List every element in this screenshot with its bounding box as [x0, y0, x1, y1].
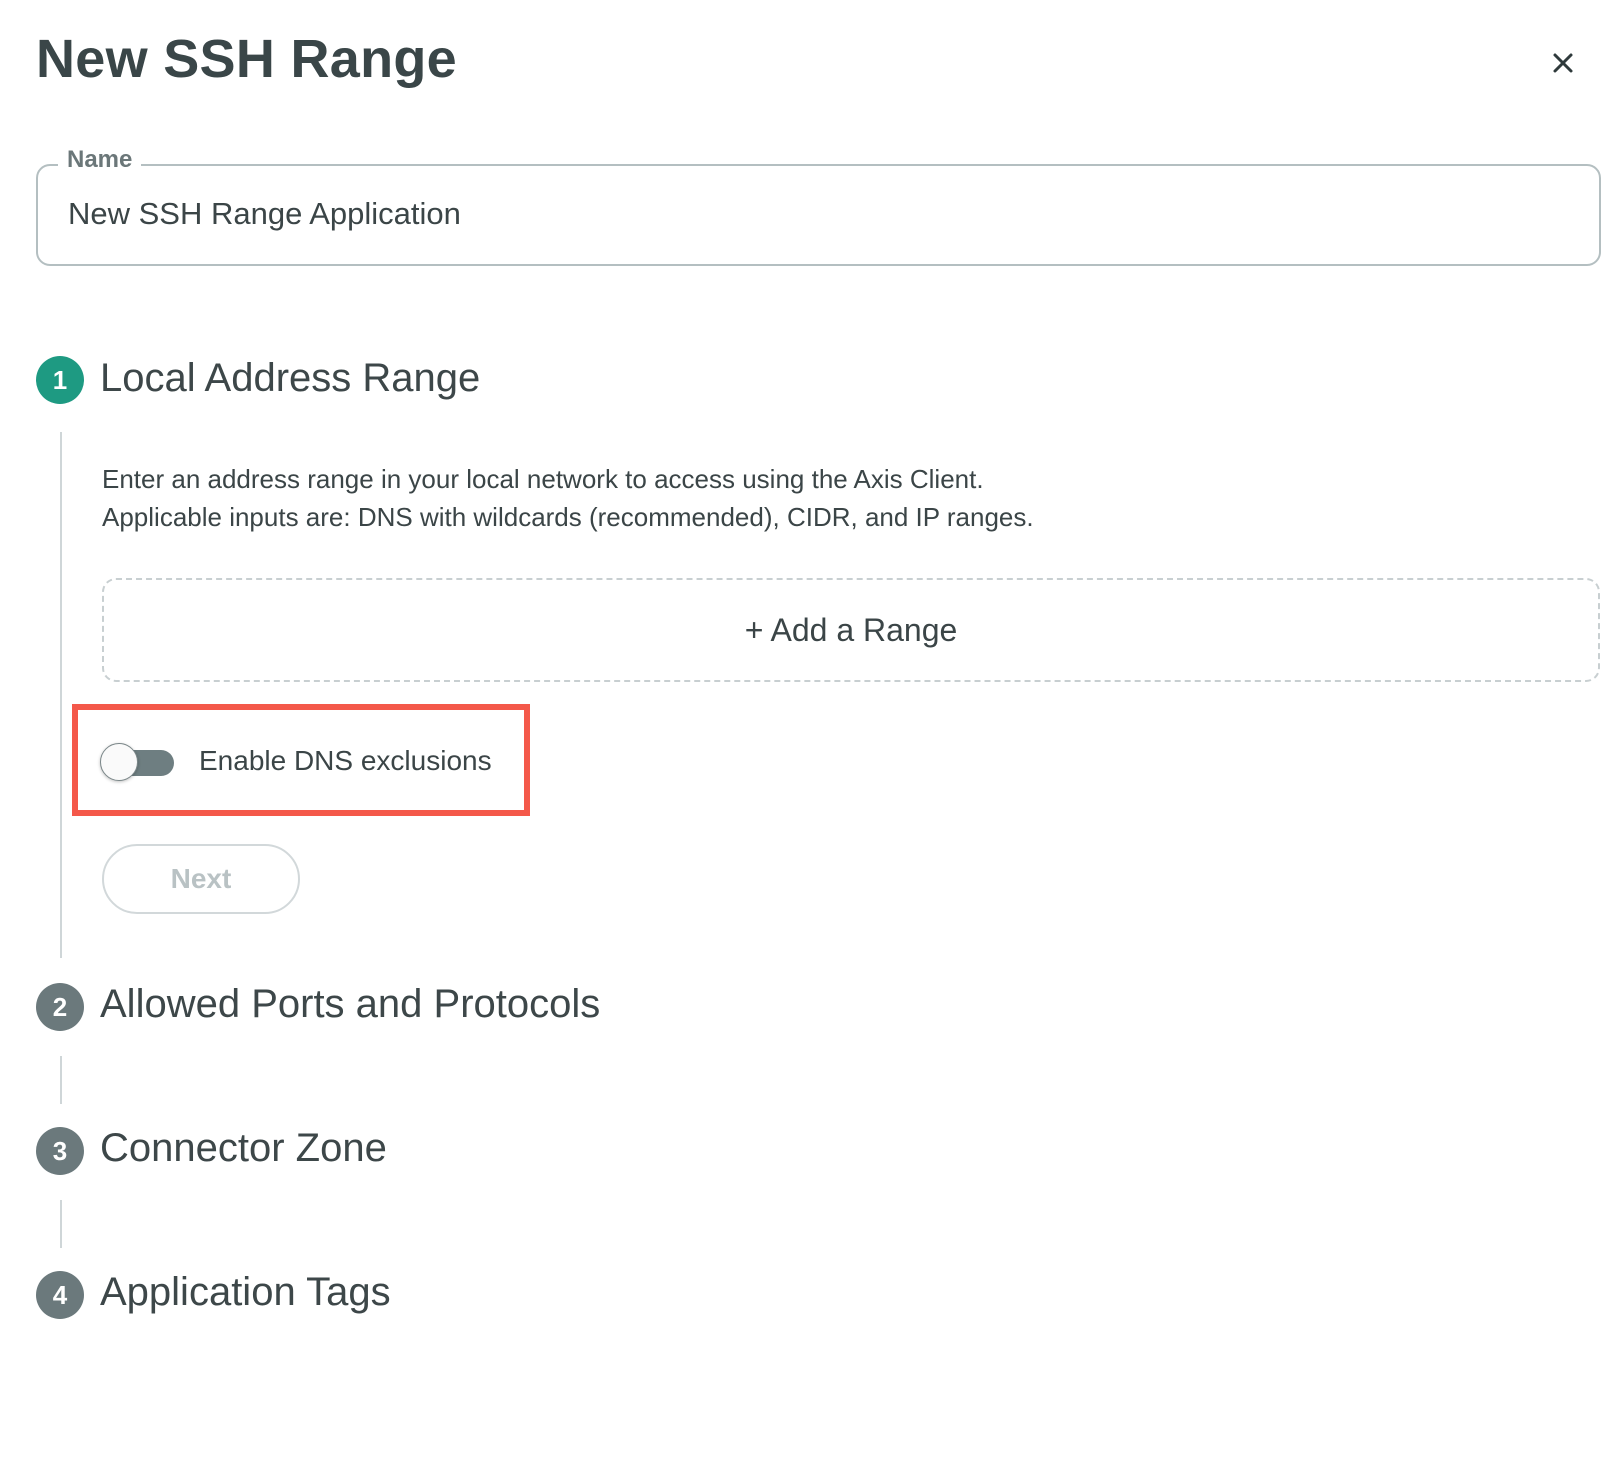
close-icon[interactable]	[1548, 48, 1578, 78]
step-3-number: 3	[36, 1127, 84, 1175]
description-line: Enter an address range in your local net…	[102, 464, 984, 494]
name-field: Name	[36, 146, 1601, 266]
step-connector-line	[60, 1056, 62, 1104]
add-range-button[interactable]: + Add a Range	[102, 578, 1600, 682]
toggle-knob	[100, 743, 138, 781]
step-connector-line	[60, 1200, 62, 1248]
step-2-number: 2	[36, 983, 84, 1031]
step-3-title[interactable]: Connector Zone	[100, 1126, 387, 1171]
step-connector-line	[60, 432, 62, 958]
dns-exclusions-toggle[interactable]	[100, 743, 174, 781]
description-line: Applicable inputs are: DNS with wildcard…	[102, 502, 1034, 532]
dialog-title: New SSH Range	[36, 29, 458, 89]
step-1-description: Enter an address range in your local net…	[102, 460, 1034, 536]
step-1-number: 1	[36, 356, 84, 404]
dns-exclusions-label: Enable DNS exclusions	[199, 745, 492, 776]
step-2-title[interactable]: Allowed Ports and Protocols	[100, 982, 600, 1027]
step-4-number: 4	[36, 1271, 84, 1319]
step-1-title[interactable]: Local Address Range	[100, 356, 480, 401]
name-label: Name	[58, 146, 142, 174]
step-4-title[interactable]: Application Tags	[100, 1270, 391, 1315]
name-input[interactable]	[68, 196, 1468, 232]
next-button[interactable]: Next	[102, 844, 300, 914]
